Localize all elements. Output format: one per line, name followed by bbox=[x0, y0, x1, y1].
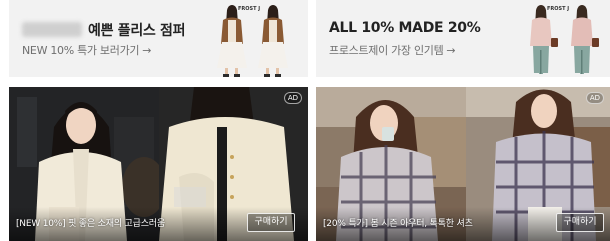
product-card-shirt[interactable]: AD [20% 특가] 봄 시즌 아우터, 톡톡한 셔츠 구매하기 bbox=[316, 87, 610, 241]
banner-model-image: FROST J bbox=[520, 2, 604, 77]
banner-model-image: FROST J bbox=[211, 2, 295, 77]
buy-button[interactable]: 구매하기 bbox=[247, 213, 295, 232]
product-card-jacket[interactable]: AD [NEW 10%] 핏 좋은 소재의 고급스러움 구매하기 bbox=[9, 87, 308, 241]
promo-banner-bestseller[interactable]: ALL 10% MADE 20% 프로스트제이 가장 인기템 → FROST J bbox=[316, 0, 610, 77]
arrow-right-icon: → bbox=[142, 44, 152, 57]
ad-badge: AD bbox=[283, 92, 302, 104]
banner-title: ALL 10% MADE 20% bbox=[329, 20, 481, 36]
banner-title: 예쁜 플리스 점퍼 bbox=[22, 20, 186, 40]
promo-banner-fleece[interactable]: 예쁜 플리스 점퍼 NEW 10% 특가 보러가기 → FROST J bbox=[9, 0, 308, 77]
brand-tag: FROST J bbox=[238, 6, 261, 12]
buy-button[interactable]: 구매하기 bbox=[556, 213, 604, 232]
arrow-right-icon: → bbox=[446, 44, 456, 57]
brand-tag: FROST J bbox=[547, 6, 570, 12]
product-caption: [20% 특가] 봄 시즌 아우터, 톡톡한 셔츠 bbox=[323, 219, 473, 229]
banner-link[interactable]: NEW 10% 특가 보러가기 → bbox=[22, 42, 151, 58]
banner-link[interactable]: 프로스트제이 가장 인기템 → bbox=[329, 42, 456, 58]
ad-badge: AD bbox=[585, 92, 604, 104]
blurred-brand-text bbox=[22, 22, 82, 37]
product-caption: [NEW 10%] 핏 좋은 소재의 고급스러움 bbox=[16, 219, 165, 229]
